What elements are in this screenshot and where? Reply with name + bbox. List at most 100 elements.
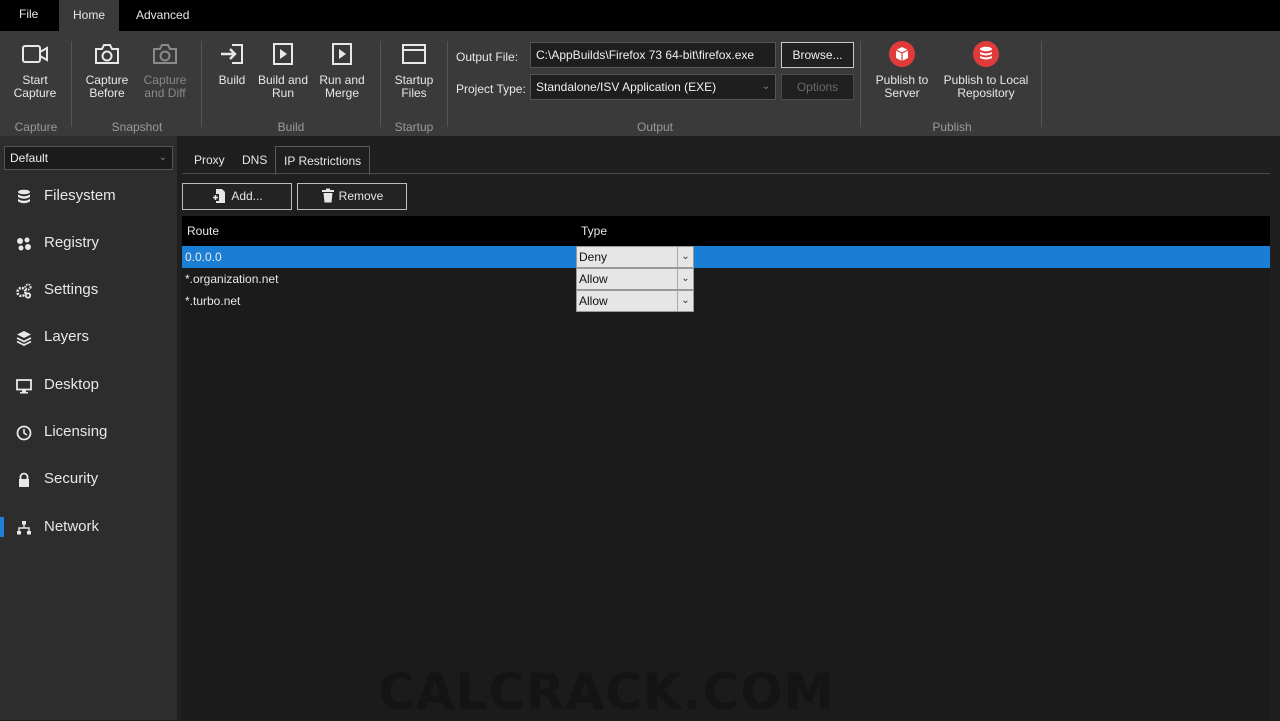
ribbon: Start Capture Capture Capture Before Cap…	[0, 31, 1280, 136]
play-box-icon	[332, 43, 352, 65]
sidebar-item-settings[interactable]: Settings	[0, 270, 177, 310]
ip-restrictions-grid: Route Type 0.0.0.0 Deny ⌄ *.organization…	[182, 216, 1270, 720]
remove-label: Remove	[338, 189, 384, 203]
route-cell[interactable]: 0.0.0.0	[185, 246, 222, 268]
window-icon	[402, 44, 426, 64]
lock-icon	[19, 472, 29, 487]
trash-icon	[321, 188, 334, 203]
run-and-merge-label: Run and Merge	[319, 73, 365, 100]
table-row[interactable]: *.organization.net Allow ⌄	[182, 268, 1270, 290]
video-camera-icon	[22, 45, 48, 63]
profile-select[interactable]: Default ⌄	[4, 146, 173, 170]
sidebar-item-label: Security	[44, 470, 99, 487]
network-icon	[17, 521, 31, 535]
gears-icon	[16, 283, 32, 299]
sidebar: Default ⌄ Filesystem Registry Settings L…	[0, 136, 177, 720]
tab-dns[interactable]: DNS	[234, 146, 275, 174]
tab-ip-restrictions[interactable]: IP Restrictions	[275, 146, 371, 175]
sign-in-icon	[221, 44, 243, 64]
build-and-run-button[interactable]: Build and Run	[253, 39, 313, 103]
sidebar-item-licensing[interactable]: Licensing	[0, 412, 177, 452]
type-select[interactable]: Allow ⌄	[576, 268, 694, 290]
sidebar-item-label: Network	[44, 518, 100, 535]
type-select[interactable]: Allow ⌄	[576, 290, 694, 312]
table-row[interactable]: *.turbo.net Allow ⌄	[182, 290, 1270, 312]
play-box-icon	[273, 43, 293, 65]
tab-proxy[interactable]: Proxy	[186, 146, 233, 174]
sidebar-item-network[interactable]: Network	[0, 507, 177, 547]
capture-before-label: Capture Before	[85, 73, 129, 100]
menu-bar: File Home Advanced	[0, 0, 1280, 31]
add-label: Add...	[231, 189, 263, 203]
separator	[447, 41, 448, 127]
chevron-down-icon: ⌄	[677, 269, 693, 289]
group-output: Output	[636, 120, 674, 134]
project-type-select[interactable]: Standalone/ISV Application (EXE) ⌄	[530, 74, 776, 100]
watermark: CALCRACK.COM	[378, 663, 835, 721]
output-file-field[interactable]: C:\AppBuilds\Firefox 73 64-bit\firefox.e…	[530, 42, 776, 68]
column-type[interactable]: Type	[581, 224, 607, 238]
sidebar-item-label: Desktop	[44, 376, 100, 393]
browse-button[interactable]: Browse...	[781, 42, 854, 68]
capture-and-diff-button[interactable]: Capture and Diff	[135, 39, 195, 103]
group-startup: Startup	[394, 120, 434, 134]
sidebar-item-layers[interactable]: Layers	[0, 317, 177, 357]
group-capture: Capture	[14, 120, 58, 134]
sidebar-item-label: Settings	[44, 281, 99, 298]
server-cube-icon	[889, 41, 915, 67]
add-file-icon	[212, 188, 226, 203]
column-route[interactable]: Route	[187, 224, 219, 238]
menu-home[interactable]: Home	[59, 0, 120, 31]
add-button[interactable]: Add...	[182, 183, 292, 210]
group-publish: Publish	[932, 120, 972, 134]
chevron-down-icon: ⌄	[677, 247, 693, 267]
database-red-icon	[973, 41, 999, 67]
chevron-down-icon: ⌄	[158, 152, 167, 163]
startup-files-label: Startup Files	[394, 73, 434, 100]
sidebar-item-label: Filesystem	[44, 187, 116, 204]
startup-files-button[interactable]: Startup Files	[384, 39, 444, 103]
sidebar-item-registry[interactable]: Registry	[0, 223, 177, 263]
table-row[interactable]: 0.0.0.0 Deny ⌄	[182, 246, 1270, 268]
tab-divider	[182, 173, 1270, 174]
group-snapshot: Snapshot	[111, 120, 163, 134]
registry-icon	[17, 237, 31, 251]
type-value: Allow	[579, 294, 608, 308]
clock-icon	[16, 425, 32, 441]
menu-advanced[interactable]: Advanced	[122, 0, 203, 31]
remove-button[interactable]: Remove	[297, 183, 407, 210]
run-and-merge-button[interactable]: Run and Merge	[312, 39, 372, 103]
sidebar-item-label: Layers	[44, 328, 90, 345]
publish-to-local-label: Publish to Local Repository	[943, 73, 1029, 100]
publish-to-server-label: Publish to Server	[875, 73, 929, 100]
sidebar-item-label: Licensing	[44, 423, 108, 440]
start-capture-button[interactable]: Start Capture	[5, 39, 65, 103]
output-file-label: Output File:	[456, 50, 519, 64]
camera-icon	[153, 44, 177, 64]
type-value: Allow	[579, 272, 608, 286]
chevron-down-icon: ⌄	[761, 81, 770, 92]
options-button[interactable]: Options	[781, 74, 854, 100]
menu-file[interactable]: File	[5, 0, 52, 31]
sidebar-item-filesystem[interactable]: Filesystem	[0, 176, 177, 216]
separator	[860, 41, 861, 127]
route-cell[interactable]: *.organization.net	[185, 268, 278, 290]
type-select[interactable]: Deny ⌄	[576, 246, 694, 268]
publish-to-local-button[interactable]: Publish to Local Repository	[940, 39, 1032, 103]
sidebar-item-desktop[interactable]: Desktop	[0, 365, 177, 405]
project-type-value: Standalone/ISV Application (EXE)	[536, 80, 717, 94]
start-capture-label: Start Capture	[13, 73, 57, 100]
group-build: Build	[277, 120, 305, 134]
main-panel: Proxy DNS IP Restrictions Add... Remove …	[177, 136, 1280, 720]
separator	[1041, 41, 1042, 127]
project-type-label: Project Type:	[456, 82, 526, 96]
separator	[380, 41, 381, 127]
separator	[71, 41, 72, 127]
monitor-icon	[16, 379, 32, 394]
publish-to-server-button[interactable]: Publish to Server	[869, 39, 935, 103]
build-and-run-label: Build and Run	[257, 73, 309, 100]
route-cell[interactable]: *.turbo.net	[185, 290, 240, 312]
sidebar-item-security[interactable]: Security	[0, 459, 177, 499]
database-icon	[18, 189, 30, 204]
capture-before-button[interactable]: Capture Before	[77, 39, 137, 103]
